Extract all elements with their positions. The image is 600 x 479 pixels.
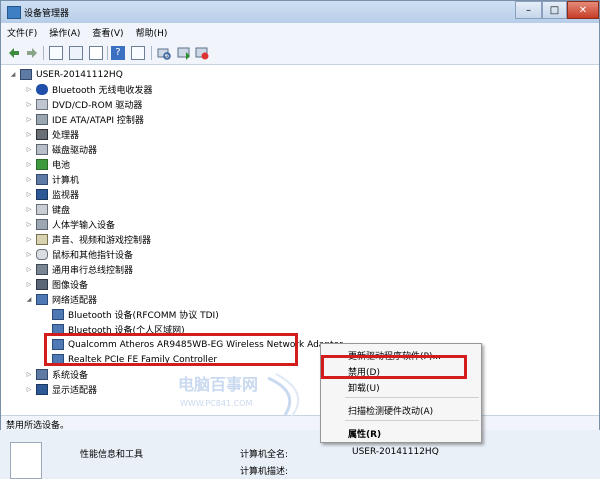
device-manager-icon: [7, 6, 21, 19]
computer-fullname-label: 计算机全名:: [240, 450, 289, 460]
network-adapter-icon: [52, 324, 64, 335]
network-adapter-icon: [52, 354, 64, 365]
menu-bar: 文件(F) 操作(A) 查看(V) 帮助(H): [1, 23, 599, 43]
disk-drive-icon: [36, 144, 48, 155]
tree-item-batteries[interactable]: ▷ 电池: [25, 157, 70, 172]
ide-controller-icon: [36, 114, 48, 125]
bottom-panel: 性能信息和工具 计算机全名: USER-20141112HQ 计算机描述:: [0, 430, 600, 479]
menu-help[interactable]: 帮助(H): [130, 26, 174, 39]
disable-device-icon[interactable]: [195, 46, 209, 60]
tree-item-system-devices[interactable]: ▷ 系统设备: [25, 367, 88, 382]
document-icon: [10, 442, 42, 479]
monitor-icon: [36, 189, 48, 200]
tree-item-qualcomm-wireless[interactable]: Qualcomm Atheros AR9485WB-EG Wireless Ne…: [41, 337, 343, 352]
minimize-button[interactable]: –: [515, 1, 542, 19]
computer-icon: [20, 69, 32, 80]
window-title: 设备管理器: [24, 9, 70, 19]
tree-item-processors[interactable]: ▷ 处理器: [25, 127, 79, 142]
device-manager-window: 设备管理器 – □ ✕ 文件(F) 操作(A) 查看(V) 帮助(H) ? ◢ …: [0, 0, 600, 431]
network-adapter-icon: [36, 294, 48, 305]
sound-icon: [36, 234, 48, 245]
menu-item-uninstall[interactable]: 卸载(U): [348, 381, 380, 394]
computer-icon: [36, 174, 48, 185]
expand-icon[interactable]: ▷: [25, 191, 33, 198]
expand-icon[interactable]: ▷: [25, 236, 33, 243]
close-button[interactable]: ✕: [567, 1, 599, 19]
list-icon[interactable]: [89, 46, 103, 60]
collapse-icon[interactable]: ◢: [25, 296, 33, 303]
menu-action[interactable]: 操作(A): [43, 26, 86, 39]
tree-item-bt-rfcomm[interactable]: Bluetooth 设备(RFCOMM 协议 TDI): [41, 307, 219, 322]
tree-item-display-adapters[interactable]: ▷ 显示适配器: [25, 382, 97, 397]
title-bar: 设备管理器 – □ ✕: [1, 1, 599, 23]
expand-icon[interactable]: ▷: [25, 221, 33, 228]
menu-item-update-driver[interactable]: 更新驱动程序软件(P)...: [348, 349, 441, 362]
expand-icon[interactable]: ▷: [25, 176, 33, 183]
keyboard-icon: [36, 204, 48, 215]
tree-item-computer[interactable]: ▷ 计算机: [25, 172, 79, 187]
expand-icon[interactable]: ▷: [25, 386, 33, 393]
tree-item-realtek-ethernet[interactable]: Realtek PCIe FE Family Controller: [41, 352, 217, 367]
processor-icon: [36, 129, 48, 140]
menu-item-scan-hardware[interactable]: 扫描检测硬件改动(A): [348, 404, 433, 417]
tree-item-keyboards[interactable]: ▷ 键盘: [25, 202, 70, 217]
forward-icon[interactable]: [25, 46, 39, 60]
expand-icon[interactable]: ▷: [25, 281, 33, 288]
expand-icon[interactable]: ▷: [25, 146, 33, 153]
show-hide-console-tree-icon[interactable]: [49, 46, 63, 60]
mouse-icon: [36, 249, 48, 260]
properties-icon[interactable]: [69, 46, 83, 60]
context-menu: 更新驱动程序软件(P)... 禁用(D) 卸载(U) 扫描检测硬件改动(A) 属…: [320, 343, 482, 443]
bluetooth-icon: [36, 84, 48, 95]
dvd-drive-icon: [36, 99, 48, 110]
network-adapter-icon: [52, 309, 64, 320]
tree-item-ide-ata[interactable]: ▷ IDE ATA/ATAPI 控制器: [25, 112, 144, 127]
display-adapter-icon: [36, 384, 48, 395]
menu-item-properties[interactable]: 属性(R): [348, 427, 381, 440]
tree-item-hid[interactable]: ▷ 人体学输入设备: [25, 217, 115, 232]
tree-item-imaging[interactable]: ▷ 图像设备: [25, 277, 88, 292]
back-icon[interactable]: [7, 46, 21, 60]
computer-fullname-value: USER-20141112HQ: [352, 447, 439, 457]
tree-item-mice[interactable]: ▷ 鼠标和其他指针设备: [25, 247, 133, 262]
computer-description-label: 计算机描述:: [240, 467, 289, 477]
scan-hardware-icon[interactable]: [157, 46, 171, 60]
hid-icon: [36, 219, 48, 230]
battery-icon: [36, 159, 48, 170]
tree-item-bluetooth-radios[interactable]: ▷ Bluetooth 无线电收发器: [25, 82, 153, 97]
device-tree: ◢ USER-20141112HQ ▷ Bluetooth 无线电收发器 ▷ DVD…: [5, 64, 599, 414]
tree-item-bt-pan[interactable]: Bluetooth 设备(个人区域网): [41, 322, 185, 337]
tree-root[interactable]: ◢ USER-20141112HQ: [9, 67, 123, 82]
expand-icon[interactable]: ▷: [25, 206, 33, 213]
system-device-icon: [36, 369, 48, 380]
help-icon[interactable]: ?: [111, 46, 125, 60]
tree-item-network-adapters[interactable]: ◢ 网络适配器: [25, 292, 97, 307]
tree-item-usb[interactable]: ▷ 通用串行总线控制器: [25, 262, 133, 277]
menu-view[interactable]: 查看(V): [86, 26, 129, 39]
tree-item-disk-drives[interactable]: ▷ 磁盘驱动器: [25, 142, 97, 157]
status-bar: 禁用所选设备。: [1, 415, 599, 431]
menu-file[interactable]: 文件(F): [1, 26, 43, 39]
expand-icon[interactable]: ▷: [25, 251, 33, 258]
update-driver-icon[interactable]: [177, 46, 191, 60]
view-icon[interactable]: [131, 46, 145, 60]
camera-icon: [36, 279, 48, 290]
expand-icon[interactable]: ▷: [25, 131, 33, 138]
expand-icon[interactable]: ▷: [25, 86, 33, 93]
expand-icon[interactable]: ▷: [25, 371, 33, 378]
maximize-button[interactable]: □: [542, 1, 567, 19]
perf-info-link[interactable]: 性能信息和工具: [80, 447, 143, 460]
tree-item-dvd-cdrom[interactable]: ▷ DVD/CD-ROM 驱动器: [25, 97, 142, 112]
collapse-icon[interactable]: ◢: [9, 71, 17, 78]
usb-icon: [36, 264, 48, 275]
expand-icon[interactable]: ▷: [25, 101, 33, 108]
tree-item-monitors[interactable]: ▷ 监视器: [25, 187, 79, 202]
expand-icon[interactable]: ▷: [25, 161, 33, 168]
toolbar: ?: [1, 42, 599, 65]
menu-item-disable[interactable]: 禁用(D): [348, 365, 380, 378]
tree-item-sound-video[interactable]: ▷ 声音、视频和游戏控制器: [25, 232, 151, 247]
expand-icon[interactable]: ▷: [25, 116, 33, 123]
expand-icon[interactable]: ▷: [25, 266, 33, 273]
network-adapter-icon: [52, 339, 64, 350]
